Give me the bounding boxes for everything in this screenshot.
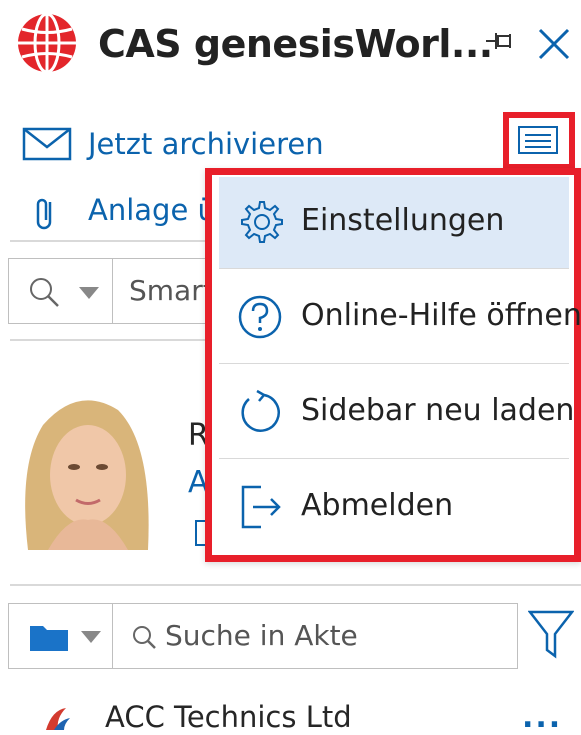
search-separator [112,604,113,668]
search-icon [133,626,156,649]
gear-icon [241,201,283,243]
menu-item-label: Abmelden [301,488,454,523]
list-item-title[interactable]: ACC Technics Ltd [105,700,352,734]
menu-item-logout[interactable]: Abmelden [219,462,569,554]
file-search-box[interactable]: Suche in Akte [8,603,518,669]
smart-search-box[interactable]: Smart [8,258,218,324]
menu-item-reload-sidebar[interactable]: Sidebar neu laden [219,367,574,459]
menu-item-label: Einstellungen [301,203,505,238]
archive-now-link[interactable]: Jetzt archivieren [88,127,324,161]
search-icon [30,278,59,307]
menu-item-label: Sidebar neu laden [301,393,575,428]
hamburger-icon [518,126,558,154]
filter-icon[interactable] [528,610,574,660]
logout-icon [241,485,281,529]
cas-globe-logo [18,12,76,74]
menu-item-online-help[interactable]: Online-Hilfe öffnen [219,272,581,364]
divider [10,584,581,586]
pin-icon[interactable] [484,28,518,54]
file-search-input[interactable]: Suche in Akte [165,619,358,652]
attachment-link[interactable]: Anlage ü [88,193,216,227]
smart-search-input[interactable]: Smart [129,274,214,307]
menu-item-label: Online-Hilfe öffnen [301,298,581,333]
search-separator [112,259,113,323]
help-icon [238,295,282,339]
avatar [8,385,160,550]
company-logo-icon [46,708,70,730]
paperclip-icon[interactable] [30,194,62,234]
dropdown-menu: Einstellungen Online-Hilfe öffnen Sideba… [205,168,581,562]
app-title: CAS genesisWorl... [98,22,493,66]
mail-icon[interactable] [22,127,72,161]
folder-icon[interactable] [29,622,69,652]
menu-item-settings[interactable]: Einstellungen [219,177,569,269]
more-options-button[interactable]: ... [522,700,562,735]
menu-button[interactable] [503,112,575,170]
close-icon[interactable] [534,24,574,64]
chevron-down-icon[interactable] [79,287,99,299]
refresh-icon [241,389,280,432]
chevron-down-icon[interactable] [81,631,101,643]
